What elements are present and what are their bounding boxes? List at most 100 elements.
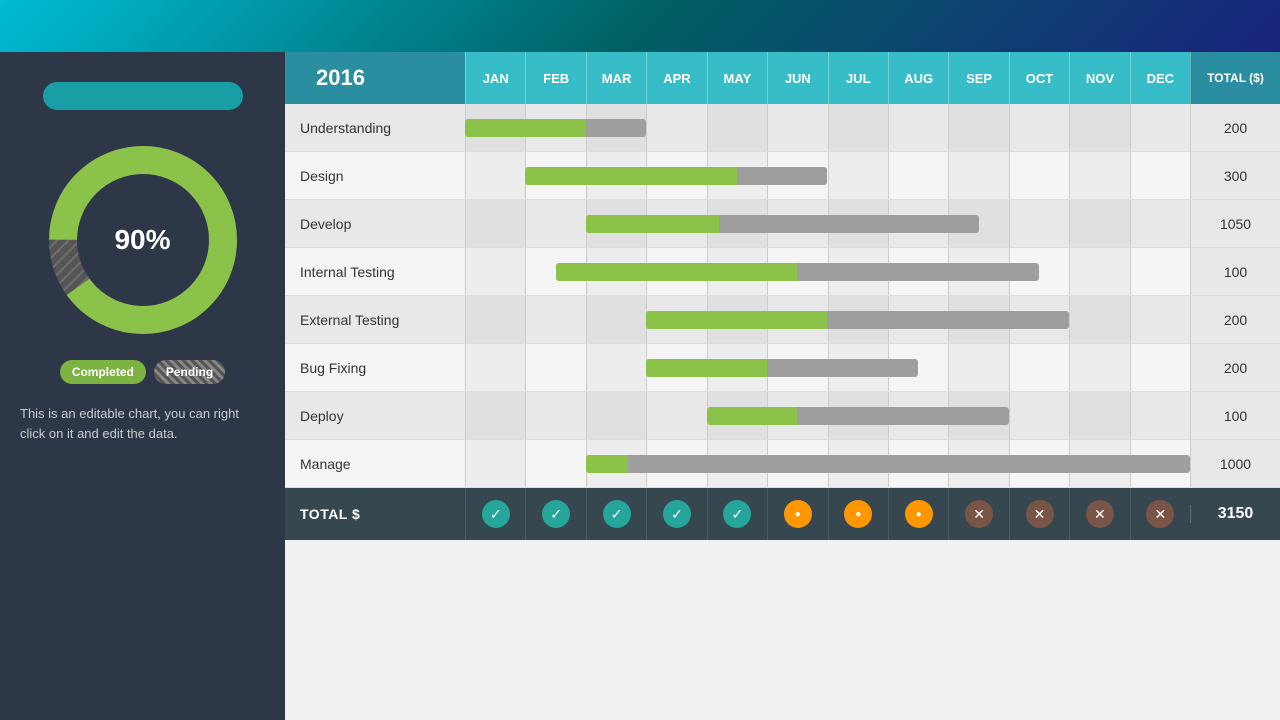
bar-completed <box>525 167 736 185</box>
bar-completed <box>465 119 586 137</box>
x-icon: ✕ <box>965 500 993 528</box>
month-header-jun: JUN <box>767 52 827 104</box>
bar-pending <box>628 455 1190 473</box>
month-header-aug: AUG <box>888 52 948 104</box>
gantt-bar <box>646 311 1069 329</box>
circle-icon: ● <box>784 500 812 528</box>
circle-icon: ● <box>844 500 872 528</box>
bar-pending <box>719 215 979 233</box>
gantt-area <box>465 248 1190 295</box>
total-amount: 3150 <box>1190 505 1280 523</box>
percent-label: 90% <box>114 224 170 256</box>
gantt-area <box>465 104 1190 151</box>
gantt-bar <box>586 215 979 233</box>
total-header: TOTAL ($) <box>1190 52 1280 104</box>
gantt-area <box>465 296 1190 343</box>
month-header-may: MAY <box>707 52 767 104</box>
month-header-mar: MAR <box>586 52 646 104</box>
row-total: 200 <box>1190 104 1280 151</box>
row-total: 300 <box>1190 152 1280 199</box>
total-icons: ✓ ✓ ✓ ✓ ✓ ● ● ● ✕ ✕ ✕ ✕ <box>465 488 1190 540</box>
row-total: 200 <box>1190 296 1280 343</box>
month-header-dec: DEC <box>1130 52 1190 104</box>
table-row: Manage 1000 <box>285 440 1280 488</box>
total-icon-cell: ● <box>888 488 948 540</box>
row-total: 200 <box>1190 344 1280 391</box>
month-header-sep: SEP <box>948 52 1008 104</box>
month-header-oct: OCT <box>1009 52 1069 104</box>
check-icon: ✓ <box>723 500 751 528</box>
bar-completed <box>586 215 719 233</box>
legend-completed: Completed <box>60 360 146 384</box>
bar-pending <box>767 359 918 377</box>
bar-pending <box>827 311 1069 329</box>
bar-pending <box>737 167 828 185</box>
gantt-area <box>465 152 1190 199</box>
total-icon-cell: ✓ <box>646 488 706 540</box>
check-icon: ✓ <box>542 500 570 528</box>
legend: Completed Pending <box>60 360 225 384</box>
table-row: Bug Fixing 200 <box>285 344 1280 392</box>
month-headers: JANFEBMARAPRMAYJUNJULAUGSEPOCTNOVDEC <box>465 52 1190 104</box>
month-header-apr: APR <box>646 52 706 104</box>
x-icon: ✕ <box>1146 500 1174 528</box>
gantt-bar <box>556 263 1039 281</box>
total-icon-cell: ✓ <box>465 488 525 540</box>
month-header-jul: JUL <box>828 52 888 104</box>
month-header-jan: JAN <box>465 52 525 104</box>
progress-bar <box>43 82 243 110</box>
row-label: Bug Fixing <box>285 360 465 376</box>
total-icon-cell: ✓ <box>525 488 585 540</box>
row-label: Deploy <box>285 408 465 424</box>
row-total: 100 <box>1190 392 1280 439</box>
year-label: 2016 <box>300 61 381 95</box>
bar-completed <box>646 359 767 377</box>
x-icon: ✕ <box>1026 500 1054 528</box>
bar-completed <box>707 407 798 425</box>
legend-pending: Pending <box>154 360 225 384</box>
bar-pending <box>797 407 1008 425</box>
table-row: External Testing 200 <box>285 296 1280 344</box>
total-icon-cell: ✕ <box>1130 488 1190 540</box>
total-icon-cell: ● <box>828 488 888 540</box>
total-icon-cell: ● <box>767 488 827 540</box>
row-label: Understanding <box>285 120 465 136</box>
gantt-area <box>465 440 1190 487</box>
chart-header: 2016 JANFEBMARAPRMAYJUNJULAUGSEPOCTNOVDE… <box>285 52 1280 104</box>
row-total: 1050 <box>1190 200 1280 247</box>
left-panel: 90% Completed Pending This is an editabl… <box>0 52 285 720</box>
gantt-area <box>465 392 1190 439</box>
total-row: TOTAL $ ✓ ✓ ✓ ✓ ✓ ● ● ● ✕ ✕ ✕ ✕ 3150 <box>285 488 1280 540</box>
data-rows: Understanding200Design300Develop1050Inte… <box>285 104 1280 488</box>
row-label: Manage <box>285 456 465 472</box>
total-icon-cell: ✕ <box>1009 488 1069 540</box>
bar-completed <box>556 263 798 281</box>
donut-chart: 90% <box>43 140 243 340</box>
bar-completed <box>586 455 628 473</box>
month-header-nov: NOV <box>1069 52 1129 104</box>
total-icon-cell: ✓ <box>586 488 646 540</box>
top-bar <box>0 0 1280 52</box>
row-label: Internal Testing <box>285 264 465 280</box>
check-icon: ✓ <box>603 500 631 528</box>
row-total: 1000 <box>1190 440 1280 487</box>
chart-area: 2016 JANFEBMARAPRMAYJUNJULAUGSEPOCTNOVDE… <box>285 52 1280 720</box>
bar-pending <box>586 119 646 137</box>
total-label: TOTAL $ <box>285 506 465 522</box>
gantt-bar <box>525 167 827 185</box>
table-row: Design300 <box>285 152 1280 200</box>
gantt-bar <box>707 407 1009 425</box>
bar-pending <box>797 263 1039 281</box>
table-row: Deploy 100 <box>285 392 1280 440</box>
total-icon-cell: ✕ <box>1069 488 1129 540</box>
row-label: Develop <box>285 216 465 232</box>
month-header-feb: FEB <box>525 52 585 104</box>
info-text: This is an editable chart, you can right… <box>0 404 285 443</box>
total-icon-cell: ✕ <box>948 488 1008 540</box>
bar-completed <box>646 311 827 329</box>
table-row: Develop 1050 <box>285 200 1280 248</box>
gantt-bar <box>646 359 918 377</box>
row-label: External Testing <box>285 312 465 328</box>
gantt-area <box>465 200 1190 247</box>
table-row: Understanding 200 <box>285 104 1280 152</box>
